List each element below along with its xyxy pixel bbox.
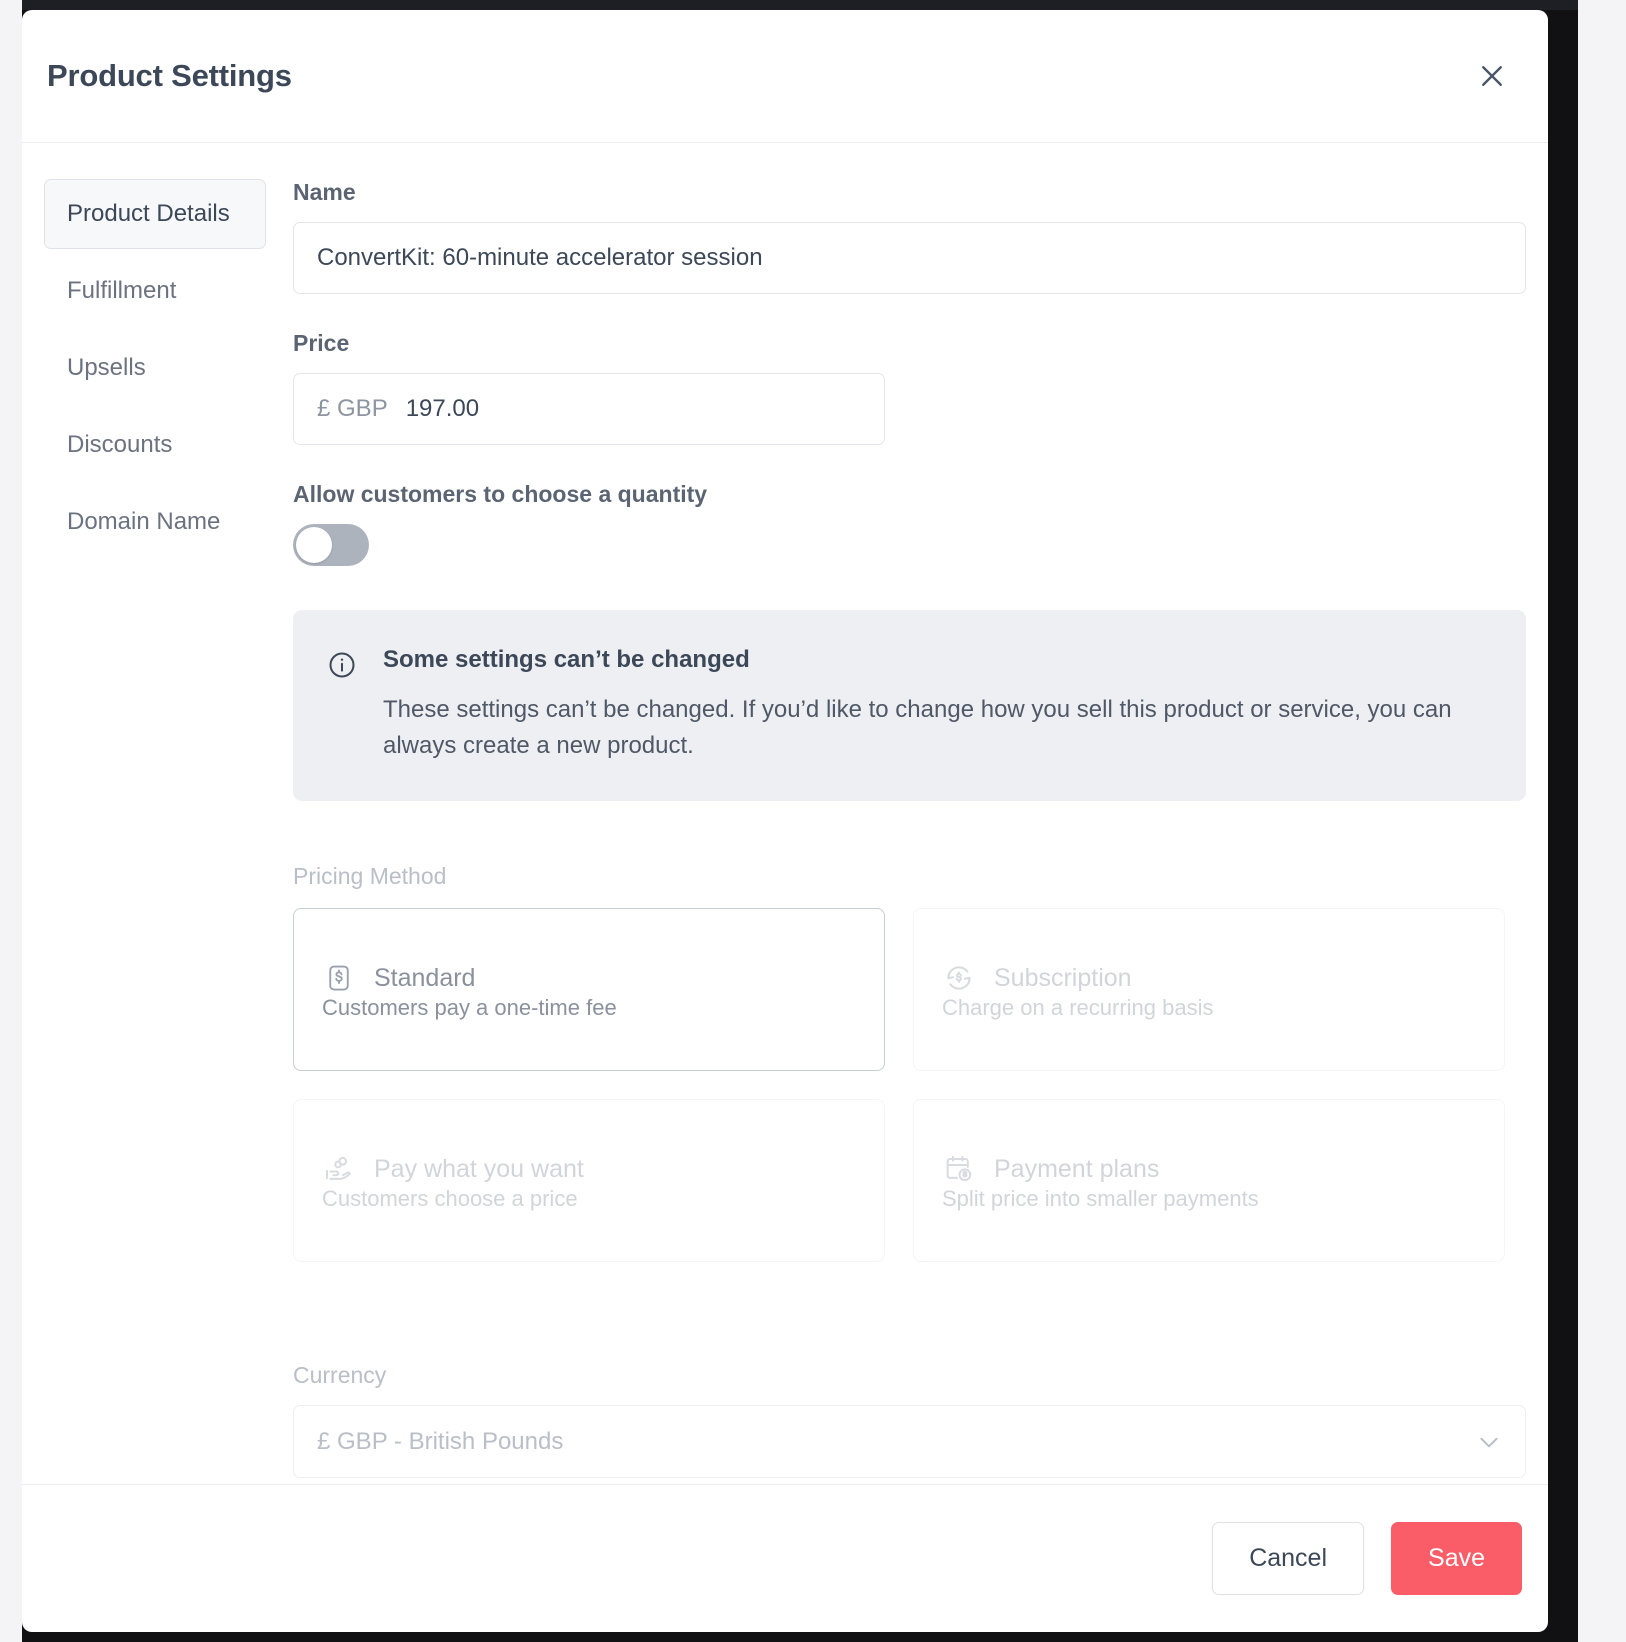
pricing-option-desc: Customers pay a one-time fee <box>322 995 617 1021</box>
sidebar-item-domain-name[interactable]: Domain Name <box>44 487 266 557</box>
currency-label: Currency <box>293 1362 387 1389</box>
currency-selected-value: £ GBP - British Pounds <box>317 1427 564 1455</box>
price-label: Price <box>293 330 350 356</box>
settings-form: Name Price £ GBP Allow customers to choo… <box>270 179 1548 1484</box>
hand-coins-icon <box>322 1152 356 1186</box>
pricing-option-payment-plans[interactable]: Payment plans Split price into smaller p… <box>913 1099 1505 1263</box>
settings-locked-banner: Some settings can’t be changed These set… <box>293 610 1526 802</box>
calendar-dollar-icon <box>942 1152 976 1186</box>
pricing-option-desc: Split price into smaller payments <box>942 1186 1259 1212</box>
sidebar-item-upsells[interactable]: Upsells <box>44 333 266 403</box>
sidebar-item-discounts[interactable]: Discounts <box>44 410 266 480</box>
backdrop-left-strip <box>0 0 22 1642</box>
backdrop-top-strip <box>0 0 1626 10</box>
page-title: Product Settings <box>47 58 292 93</box>
quantity-toggle[interactable] <box>293 524 369 566</box>
dollar-square-icon <box>322 961 356 995</box>
product-name-input[interactable] <box>293 222 1526 294</box>
close-icon[interactable] <box>1470 54 1514 98</box>
price-currency-prefix: £ GBP <box>317 395 388 422</box>
pricing-option-title: Payment plans <box>994 1154 1160 1183</box>
pricing-option-standard[interactable]: Standard Customers pay a one-time fee <box>293 908 885 1072</box>
pricing-option-desc: Charge on a recurring basis <box>942 995 1214 1021</box>
pricing-option-desc: Customers choose a price <box>322 1186 578 1212</box>
pricing-method-section: Pricing Method Standard Customers pay a … <box>293 863 1526 1263</box>
toggle-knob <box>296 527 332 563</box>
settings-sidebar: Product Details Fulfillment Upsells Disc… <box>22 179 270 1484</box>
banner-title: Some settings can’t be changed <box>383 646 750 673</box>
cancel-button[interactable]: Cancel <box>1212 1522 1365 1595</box>
currency-section: Currency £ GBP - British Pounds <box>293 1362 1526 1479</box>
quantity-toggle-label: Allow customers to choose a quantity <box>293 481 708 507</box>
pricing-option-title: Subscription <box>994 963 1132 992</box>
pricing-option-title: Standard <box>374 963 476 992</box>
pricing-option-title: Pay what you want <box>374 1154 584 1183</box>
save-button[interactable]: Save <box>1391 1522 1522 1595</box>
pricing-option-subscription[interactable]: Subscription Charge on a recurring basis <box>913 908 1505 1072</box>
product-settings-modal: Product Settings Product Details Fulfill… <box>22 10 1548 1632</box>
price-field[interactable]: £ GBP <box>293 373 885 445</box>
chevron-down-icon <box>1476 1429 1502 1455</box>
backdrop-right-strip <box>1578 0 1626 1642</box>
sidebar-item-product-details[interactable]: Product Details <box>44 179 266 249</box>
pricing-method-label: Pricing Method <box>293 863 447 890</box>
modal-footer: Cancel Save <box>22 1484 1548 1632</box>
price-input[interactable] <box>405 395 861 423</box>
info-circle-icon <box>327 650 357 763</box>
pricing-option-pay-what-you-want[interactable]: Pay what you want Customers choose a pri… <box>293 1099 885 1263</box>
pricing-method-grid: Standard Customers pay a one-time fee Su… <box>293 908 1526 1263</box>
recurring-dollar-icon <box>942 961 976 995</box>
modal-header: Product Settings <box>22 10 1548 143</box>
banner-body: These settings can’t be changed. If you’… <box>383 696 1452 759</box>
currency-select[interactable]: £ GBP - British Pounds <box>293 1405 1526 1479</box>
name-label: Name <box>293 179 356 205</box>
sidebar-item-fulfillment[interactable]: Fulfillment <box>44 256 266 326</box>
modal-body: Product Details Fulfillment Upsells Disc… <box>22 143 1548 1484</box>
